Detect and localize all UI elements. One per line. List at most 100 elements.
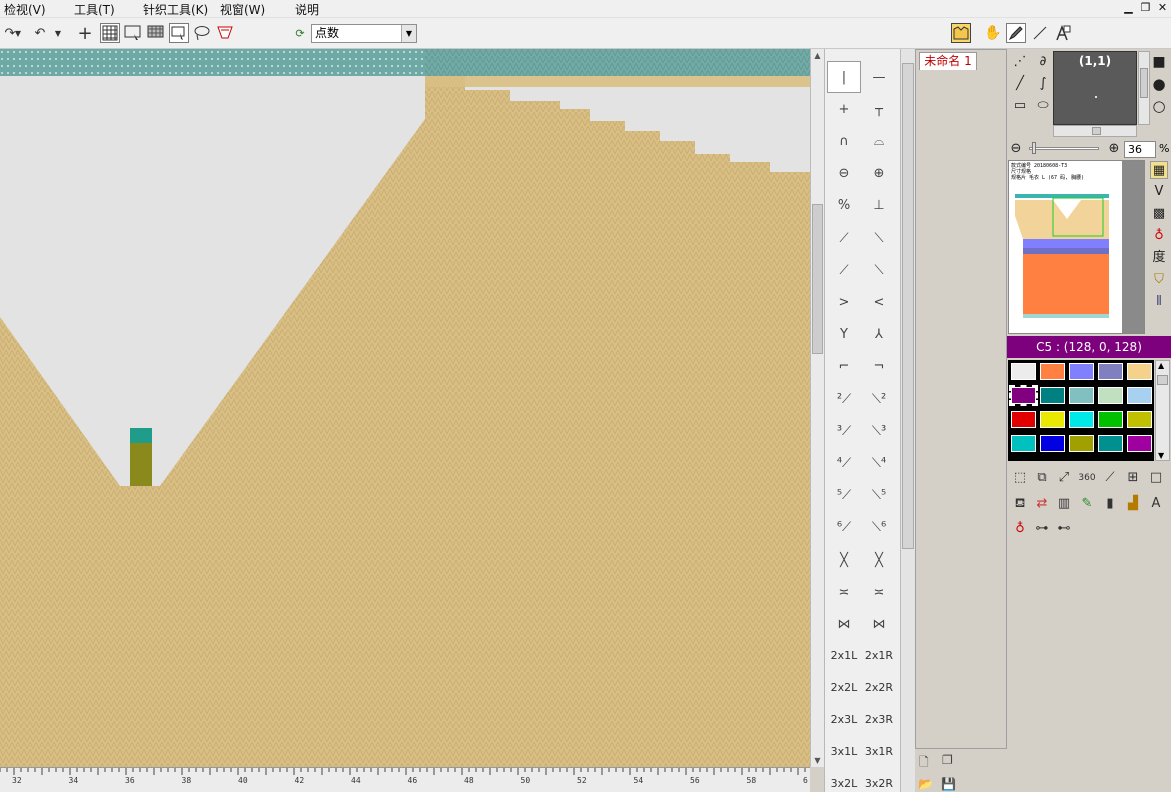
swatch-scrollbar[interactable]: ▲ ▼ xyxy=(1155,360,1170,461)
tab-untitled[interactable]: 未命名 1 xyxy=(919,52,977,70)
redo-dropdown-icon[interactable]: ▼ xyxy=(12,23,24,43)
color-swatch[interactable] xyxy=(1069,411,1094,428)
stitch-cable-button[interactable]: 2x3L xyxy=(827,703,861,735)
text-tool-icon[interactable] xyxy=(1053,23,1073,43)
stitch-symbol-button[interactable]: ⟍⁴ xyxy=(862,447,896,479)
pencil-icon[interactable] xyxy=(1006,23,1026,43)
color-swatch[interactable] xyxy=(1098,435,1123,452)
align-icon[interactable]: ⊷ xyxy=(1055,520,1073,538)
color-swatch[interactable] xyxy=(1127,363,1152,380)
color-swatch[interactable] xyxy=(1040,411,1065,428)
stitch-symbol-button[interactable]: ╳ xyxy=(827,544,861,576)
knit-canvas[interactable] xyxy=(0,49,810,767)
marker-icon[interactable]: ♁ xyxy=(1150,227,1168,245)
open-folder-icon[interactable]: 📂 xyxy=(918,777,934,792)
stitch-symbol-button[interactable]: ⟋ xyxy=(827,254,861,286)
menu-window[interactable]: 视窗(W) xyxy=(220,1,265,18)
preview-vscroll[interactable] xyxy=(1138,51,1150,125)
menu-knit-tools[interactable]: 针织工具(K) xyxy=(143,1,208,18)
color-swatch[interactable] xyxy=(1009,385,1038,406)
color-swatch[interactable] xyxy=(1098,387,1123,404)
crosshair-icon[interactable]: + xyxy=(75,23,95,44)
scroll-thumb[interactable] xyxy=(812,204,823,354)
stitch-symbol-button[interactable]: ⌓ xyxy=(862,125,896,157)
stitch-symbol-button[interactable]: — xyxy=(862,61,896,93)
grid-pattern-icon[interactable] xyxy=(146,23,166,43)
refresh-icon[interactable]: ⟳ xyxy=(290,23,310,43)
save-icon[interactable]: 💾 xyxy=(941,777,957,792)
curve-icon[interactable]: ∫ xyxy=(1034,75,1052,93)
stitch-symbol-button[interactable]: ┬ xyxy=(862,93,896,125)
stitch-symbol-button[interactable]: ⟍³ xyxy=(862,415,896,447)
color-swatch[interactable] xyxy=(1011,363,1036,380)
stitch-palette-scrollbar[interactable] xyxy=(900,49,915,792)
column-icon[interactable]: ▥ xyxy=(1055,495,1073,513)
stitch-symbol-button[interactable]: ⟍ xyxy=(862,254,896,286)
text-a-icon[interactable]: A xyxy=(1147,495,1165,513)
preview-hscroll[interactable] xyxy=(1053,125,1137,137)
color-swatch[interactable] xyxy=(1098,411,1123,428)
undo-dropdown-icon[interactable]: ▼ xyxy=(52,23,64,43)
stitch-symbol-button[interactable]: ⟋ xyxy=(827,222,861,254)
stitch-symbol-button[interactable]: ⋈ xyxy=(827,608,861,640)
stitch-symbol-button[interactable]: ⊥ xyxy=(862,190,896,222)
color-swatch[interactable] xyxy=(1069,387,1094,404)
stitch-symbol-button[interactable]: ⁶⟋ xyxy=(827,512,861,544)
color-swatch[interactable] xyxy=(1069,435,1094,452)
mode-select[interactable]: 点数 ▼ xyxy=(311,24,417,43)
stitch-cable-button[interactable]: 3x1L xyxy=(827,735,861,767)
color-swatch[interactable] xyxy=(1040,387,1065,404)
needle-bed-icon[interactable]: ⫴ xyxy=(1150,293,1168,311)
swatch-scroll-up-icon[interactable]: ▲ xyxy=(1158,361,1164,370)
swatch-scroll-down-icon[interactable]: ▼ xyxy=(1158,451,1164,460)
overview-thumbnail[interactable]: 款式编号 20180608-T3 尺寸规格 规格片 毛衣 L (67 码, 胸腰… xyxy=(1008,160,1145,334)
scale-icon[interactable]: ⤢ xyxy=(1055,469,1073,487)
color-swatch[interactable] xyxy=(1069,363,1094,380)
stitch-symbol-button[interactable]: + xyxy=(827,93,861,125)
diag-line-icon[interactable]: ╱ xyxy=(1011,75,1029,93)
stitch-symbol-button[interactable]: | xyxy=(827,61,861,93)
menu-tools[interactable]: 工具(T) xyxy=(74,1,115,18)
select-icon[interactable] xyxy=(169,23,189,43)
color-swatch[interactable] xyxy=(1040,363,1065,380)
menu-view[interactable]: 检视(V) xyxy=(4,1,46,18)
frame-icon[interactable]: □ xyxy=(1147,469,1165,487)
stitch-symbol-button[interactable]: ≍ xyxy=(827,576,861,608)
grid-icon[interactable] xyxy=(100,23,120,43)
color-swatch[interactable] xyxy=(1127,387,1152,404)
garment-icon[interactable] xyxy=(951,23,971,43)
mirror-icon[interactable]: ⊞ xyxy=(1124,469,1142,487)
copy-region-icon[interactable]: ⧉ xyxy=(1033,469,1051,487)
thumbnail-scrollbar[interactable] xyxy=(1122,161,1144,333)
chart-icon[interactable]: ▟ xyxy=(1124,495,1142,513)
canvas-vertical-scrollbar[interactable]: ▲ ▼ xyxy=(810,49,824,767)
spiral-icon[interactable]: ∂ xyxy=(1034,53,1052,71)
stitch-symbol-button[interactable]: % xyxy=(827,190,861,222)
stitch-cable-button[interactable]: 3x2R xyxy=(862,767,896,792)
color-swatch[interactable] xyxy=(1127,435,1152,452)
close-button[interactable]: ✕ xyxy=(1154,0,1171,17)
empty-circle-icon[interactable]: ○ xyxy=(1150,97,1168,115)
stitch-cable-button[interactable]: 3x1R xyxy=(862,735,896,767)
color-swatch[interactable] xyxy=(1011,411,1036,428)
stitch-symbol-button[interactable]: < xyxy=(862,286,896,318)
stitch-symbol-button[interactable]: ⟍⁵ xyxy=(862,480,896,512)
stitch-symbol-button[interactable]: ²⟋ xyxy=(827,383,861,415)
stitch-symbol-button[interactable]: ╳ xyxy=(862,544,896,576)
stitch-symbol-button[interactable]: ⟍ xyxy=(862,222,896,254)
minimize-button[interactable]: ▁ xyxy=(1120,0,1137,17)
zoom-out-icon[interactable]: ⊖ xyxy=(1007,140,1025,158)
stitch-cable-button[interactable]: 3x2L xyxy=(827,767,861,792)
stitch-symbol-button[interactable]: ⟍² xyxy=(862,383,896,415)
rect-shape-icon[interactable]: ▭ xyxy=(1011,97,1029,115)
paint-bucket-icon[interactable]: ⛾ xyxy=(1011,495,1029,513)
undo-icon[interactable]: ↶ xyxy=(30,23,50,43)
magic-select-icon[interactable] xyxy=(215,23,235,43)
hand-icon[interactable]: ✋ xyxy=(983,23,1003,43)
spray-icon[interactable]: ⋰ xyxy=(1011,53,1029,71)
rotate-360-icon[interactable]: 360 xyxy=(1078,469,1096,487)
stitch-cable-button[interactable]: 2x2L xyxy=(827,671,861,703)
stitch-symbol-button[interactable]: ⟍⁶ xyxy=(862,512,896,544)
color-swatch[interactable] xyxy=(1040,435,1065,452)
select-tool-icon[interactable]: ⬚ xyxy=(1011,469,1029,487)
